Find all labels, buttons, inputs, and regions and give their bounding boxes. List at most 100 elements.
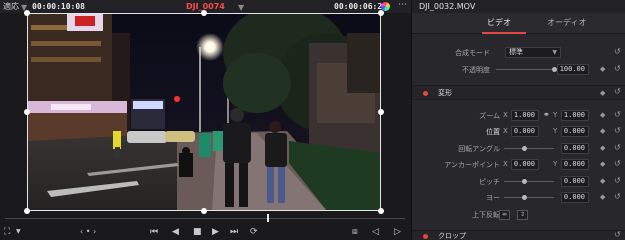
rotation-slider-knob[interactable] — [522, 146, 527, 151]
next-edit-icon[interactable]: ▷ — [394, 225, 401, 239]
position-label: 位置 — [486, 128, 500, 136]
prev-frame-icon[interactable]: ◀ — [172, 225, 179, 239]
zoom-fit-dropdown[interactable]: 適応 — [3, 1, 19, 12]
keyframe-icon[interactable]: ◆ — [600, 144, 605, 152]
flip-row: 上下反転 ⇹ ⇕ — [412, 207, 625, 223]
reset-icon[interactable]: ↺ — [614, 87, 621, 96]
anchor-point-label: アンカーポイント — [444, 161, 500, 169]
yaw-row: ヨー 0.000 ◆ ↺ — [412, 190, 625, 206]
rotation-slider[interactable] — [504, 148, 554, 149]
tab-audio[interactable]: オーディオ — [547, 17, 586, 29]
yaw-slider-knob[interactable] — [522, 195, 527, 200]
position-row: 位置 X 0.000 Y 0.000 ◆ ↺ — [412, 124, 625, 140]
jog-icon[interactable]: ‹ • › — [80, 225, 96, 239]
reset-icon[interactable]: ↺ — [614, 64, 621, 73]
transform-handle[interactable] — [201, 10, 207, 16]
zoom-y-axis-label: Y — [553, 111, 558, 119]
composite-mode-label: 合成モード — [455, 49, 490, 57]
transform-section-header[interactable]: 変形 ◆ ↺ — [412, 85, 625, 100]
position-x-field[interactable]: 0.000 — [511, 126, 539, 137]
chevron-down-icon: ▼ — [552, 49, 557, 56]
flip-label: 上下反転 — [472, 211, 500, 219]
keyframe-icon[interactable]: ◆ — [600, 65, 605, 73]
loop-icon[interactable]: ⟳ — [250, 225, 258, 239]
more-options-icon[interactable]: ⋯ — [398, 0, 407, 10]
composite-mode-row: 合成モード 標準 ▼ ↺ — [412, 45, 625, 61]
enable-toggle-icon[interactable] — [423, 234, 428, 239]
pitch-slider[interactable] — [504, 181, 554, 182]
playhead[interactable] — [267, 214, 269, 222]
reset-icon[interactable]: ↺ — [614, 230, 621, 239]
yaw-field[interactable]: 0.000 — [561, 192, 589, 203]
keyframe-icon[interactable]: ◆ — [600, 111, 605, 119]
transport-controls: ⛶ ▼ ‹ • › ⏮ ◀ ■ ▶ ⏭ ⟳ ⧈ ◁ ▷ — [0, 224, 411, 240]
reset-icon[interactable]: ↺ — [614, 192, 621, 201]
tab-video[interactable]: ビデオ — [487, 17, 511, 29]
stop-icon[interactable]: ■ — [193, 225, 202, 239]
composite-mode-value: 標準 — [509, 48, 523, 56]
zoom-y-field[interactable]: 1.000 — [561, 110, 589, 121]
zoom-x-axis-label: X — [503, 111, 508, 119]
zoom-label: ズーム — [479, 112, 500, 120]
inspector-tabs: ビデオ オーディオ — [412, 13, 625, 34]
anchor-y-field[interactable]: 0.000 — [561, 159, 589, 170]
inspector-panel: DJI_0032.MOV ビデオ オーディオ 合成モード 標準 ▼ ↺ 不透明度… — [411, 0, 625, 240]
transform-handle[interactable] — [378, 10, 384, 16]
anchor-y-axis-label: Y — [553, 160, 558, 168]
match-frame-icon[interactable]: ⧈ — [352, 225, 358, 239]
reset-icon[interactable]: ↺ — [614, 176, 621, 185]
reset-icon[interactable]: ↺ — [614, 110, 621, 119]
keyframe-icon[interactable]: ◆ — [600, 160, 605, 168]
opacity-slider[interactable] — [496, 69, 554, 70]
enable-toggle-icon[interactable] — [423, 91, 428, 96]
video-frame[interactable] — [27, 13, 381, 211]
keyframe-icon[interactable]: ◆ — [600, 193, 605, 201]
zoom-x-field[interactable]: 1.000 — [511, 110, 539, 121]
yaw-label: ヨー — [486, 194, 500, 202]
composite-mode-select[interactable]: 標準 ▼ — [505, 47, 561, 58]
pitch-field[interactable]: 0.000 — [561, 176, 589, 187]
transform-handle[interactable] — [378, 109, 384, 115]
prev-edit-icon[interactable]: ◁ — [372, 225, 379, 239]
video-image — [27, 13, 381, 211]
rotation-field[interactable]: 0.000 — [561, 143, 589, 154]
source-timecode: 00:00:10:08 — [32, 2, 85, 11]
inspector-file-name: DJI_0032.MOV — [419, 2, 476, 11]
keyframe-icon[interactable]: ◆ — [600, 89, 605, 97]
crop-section-header[interactable]: クロップ ↺ — [412, 230, 625, 240]
opacity-label: 不透明度 — [462, 66, 490, 74]
opacity-row: 不透明度 100.00 ◆ ↺ — [412, 62, 625, 78]
position-y-axis-label: Y — [553, 127, 558, 135]
transform-handle[interactable] — [24, 10, 30, 16]
link-icon[interactable]: ⚭ — [543, 110, 550, 119]
crop-section-title: クロップ — [438, 232, 466, 240]
rotation-label: 回転アングル — [458, 145, 500, 153]
next-frame-icon[interactable]: ⏭ — [230, 225, 238, 239]
chevron-down-icon[interactable]: ▼ — [16, 225, 21, 239]
keyframe-icon[interactable]: ◆ — [600, 127, 605, 135]
play-icon[interactable]: ▶ — [212, 225, 219, 239]
keyframe-icon[interactable]: ◆ — [600, 177, 605, 185]
pitch-row: ピッチ 0.000 ◆ ↺ — [412, 174, 625, 190]
anchor-x-field[interactable]: 0.000 — [511, 159, 539, 170]
flip-horizontal-button[interactable]: ⇹ — [499, 210, 510, 220]
reset-icon[interactable]: ↺ — [614, 47, 621, 56]
first-frame-icon[interactable]: ⏮ — [150, 225, 158, 239]
reset-icon[interactable]: ↺ — [614, 159, 621, 168]
flip-vertical-button[interactable]: ⇕ — [517, 210, 528, 220]
chevron-down-icon[interactable]: ▼ — [238, 2, 244, 13]
scrubber-track[interactable] — [5, 218, 405, 219]
viewer-panel: 適応 ▼ 00:00:10:08 DJI_0074 ▼ 00:00:06:24 … — [0, 0, 411, 240]
scrubber-bar[interactable] — [0, 213, 411, 223]
pitch-slider-knob[interactable] — [522, 179, 527, 184]
yaw-slider[interactable] — [504, 197, 554, 198]
reset-icon[interactable]: ↺ — [614, 126, 621, 135]
zoom-row: ズーム X 1.000 ⚭ Y 1.000 ◆ ↺ — [412, 108, 625, 124]
opacity-field[interactable]: 100.00 — [557, 64, 589, 75]
transform-handle[interactable] — [24, 109, 30, 115]
position-y-field[interactable]: 0.000 — [561, 126, 589, 137]
position-x-axis-label: X — [503, 127, 508, 135]
reset-icon[interactable]: ↺ — [614, 143, 621, 152]
pitch-label: ピッチ — [479, 178, 500, 186]
transform-icon[interactable]: ⛶ — [4, 225, 10, 239]
